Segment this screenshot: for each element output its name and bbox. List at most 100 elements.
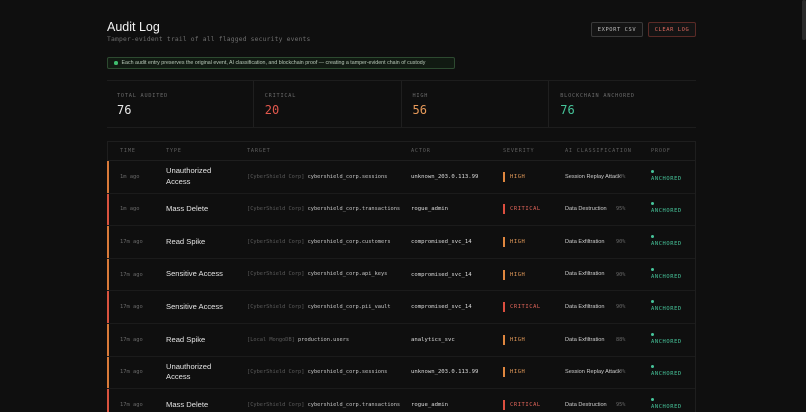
anchored-dot-icon [651, 202, 654, 206]
status-dot-icon [114, 61, 118, 65]
row-time: 17m ago [120, 304, 143, 311]
row-target: [CyberShield Corp] cybershield_corp.pii_… [247, 303, 407, 312]
severity-badge: CRITICAL [503, 302, 541, 313]
row-time: 17m ago [120, 238, 143, 245]
row-time: 17m ago [120, 369, 143, 376]
clear-log-button[interactable]: CLEAR LOG [648, 22, 696, 37]
table-row[interactable]: 17m ago Sensitive Access [CyberShield Co… [107, 258, 695, 292]
proof-status[interactable]: ANCHORED [651, 202, 682, 216]
page-subtitle: Tamper-evident trail of all flagged secu… [107, 36, 311, 43]
proof-label: ANCHORED [651, 240, 682, 247]
row-target: [CyberShield Corp] cybershield_corp.sess… [247, 173, 407, 182]
column-header-target[interactable]: TARGET [247, 148, 271, 154]
row-ai-confidence: 88% [616, 336, 626, 343]
row-time: 1m ago [120, 173, 140, 180]
stat-value: 20 [264, 103, 280, 117]
proof-label: ANCHORED [651, 208, 682, 215]
row-actor: rogue_admin [411, 401, 449, 408]
anchored-dot-icon [651, 332, 654, 336]
stat-label: BLOCKCHAIN ANCHORED [560, 93, 635, 99]
row-ai-confidence: 95% [616, 206, 626, 213]
info-banner: Each audit entry preserves the original … [107, 57, 455, 69]
stats-bar: TOTAL AUDITED 76 CRITICAL 20 HIGH 56 BLO… [107, 80, 696, 128]
row-type: Unauthorized Access [166, 361, 212, 382]
row-target-name: cybershield_corp.customers [307, 238, 391, 245]
proof-status[interactable]: ANCHORED [651, 365, 682, 379]
page-scrollbar[interactable] [802, 0, 806, 40]
proof-label: ANCHORED [651, 175, 682, 182]
column-header-time[interactable]: TIME [120, 148, 136, 154]
row-target-source: [CyberShield Corp] [247, 173, 305, 180]
row-time: 17m ago [120, 271, 143, 278]
table-row[interactable]: 17m ago Mass Delete [CyberShield Corp] c… [107, 389, 695, 412]
stat-value: 76 [560, 103, 575, 117]
info-banner-text: Each audit entry preserves the original … [121, 60, 426, 66]
stat-value: 76 [117, 103, 132, 117]
stat-label: HIGH [412, 93, 429, 99]
anchored-dot-icon [651, 300, 654, 304]
anchored-dot-icon [651, 234, 654, 238]
severity-badge: HIGH [503, 334, 525, 345]
proof-status[interactable]: ANCHORED [651, 267, 682, 282]
row-target-name: production.users [298, 336, 350, 343]
anchored-dot-icon [651, 365, 654, 369]
column-header-severity[interactable]: SEVERITY [503, 148, 534, 154]
proof-status[interactable]: ANCHORED [651, 169, 682, 184]
row-target-source: [CyberShield Corp] [247, 303, 305, 310]
severity-badge: HIGH [503, 171, 525, 182]
page-title: Audit Log [107, 20, 160, 34]
row-ai-confidence: 90% [616, 369, 626, 376]
stat-label: TOTAL AUDITED [117, 93, 169, 99]
table-row[interactable]: 1m ago Mass Delete [CyberShield Corp] cy… [107, 193, 695, 227]
export-csv-button[interactable]: EXPORT CSV [591, 22, 643, 37]
column-header-type[interactable]: TYPE [166, 148, 182, 154]
anchored-dot-icon [651, 169, 654, 173]
row-actor: compromised_svc_14 [411, 238, 472, 245]
row-ai-confidence: 90% [616, 271, 626, 278]
row-ai-confidence: 90% [616, 304, 626, 311]
column-header-ai-classification[interactable]: AI CLASSIFICATION [565, 148, 632, 154]
column-header-actor[interactable]: ACTOR [411, 148, 431, 154]
row-target: [CyberShield Corp] cybershield_corp.api_… [247, 270, 407, 279]
proof-status[interactable]: ANCHORED [651, 300, 682, 314]
row-ai-confidence: 90% [616, 238, 626, 245]
table-body: 1m ago Unauthorized Access [CyberShield … [107, 161, 695, 412]
row-target: [CyberShield Corp] cybershield_corp.sess… [247, 368, 407, 377]
table-row[interactable]: 17m ago Read Spike [Local MongoDB] produ… [107, 323, 695, 357]
table-row[interactable]: 17m ago Unauthorized Access [CyberShield… [107, 356, 695, 390]
proof-label: ANCHORED [651, 403, 682, 410]
row-type: Mass Delete [166, 204, 209, 214]
page-header: Audit Log Tamper-evident trail of all fl… [107, 18, 696, 62]
row-actor: rogue_admin [411, 206, 449, 213]
row-target-source: [CyberShield Corp] [247, 206, 305, 213]
row-actor: compromised_svc_14 [411, 304, 472, 311]
stat-critical: CRITICAL 20 [254, 81, 402, 127]
stat-label: CRITICAL [264, 93, 297, 99]
proof-label: ANCHORED [651, 306, 682, 313]
proof-label: ANCHORED [651, 371, 682, 378]
anchored-dot-icon [651, 267, 654, 271]
row-type: Sensitive Access [166, 269, 223, 279]
row-time: 17m ago [120, 401, 143, 408]
row-time: 1m ago [120, 206, 140, 213]
row-actor: analytics_svc [411, 336, 455, 343]
severity-badge: HIGH [503, 367, 525, 378]
row-target: [CyberShield Corp] cybershield_corp.tran… [247, 401, 407, 410]
table-row[interactable]: 1m ago Unauthorized Access [CyberShield … [107, 161, 695, 194]
severity-badge: HIGH [503, 236, 525, 247]
table-row[interactable]: 17m ago Read Spike [CyberShield Corp] cy… [107, 226, 695, 259]
severity-badge: HIGH [503, 269, 525, 280]
proof-status[interactable]: ANCHORED [651, 397, 682, 412]
table-row[interactable]: 17m ago Sensitive Access [CyberShield Co… [107, 291, 695, 324]
row-target-name: cybershield_corp.api_keys [307, 271, 388, 278]
row-target-name: cybershield_corp.sessions [307, 369, 388, 376]
row-actor: unknown_203.0.113.99 [411, 369, 479, 376]
row-target-source: [CyberShield Corp] [247, 238, 305, 245]
proof-status[interactable]: ANCHORED [651, 332, 682, 347]
column-header-proof[interactable]: PROOF [651, 148, 671, 154]
row-target: [CyberShield Corp] cybershield_corp.tran… [247, 205, 407, 214]
proof-status[interactable]: ANCHORED [651, 234, 682, 249]
stat-blockchain-anchored: BLOCKCHAIN ANCHORED 76 [549, 81, 696, 127]
proof-label: ANCHORED [651, 273, 682, 280]
row-target-name: cybershield_corp.pii_vault [307, 303, 391, 310]
